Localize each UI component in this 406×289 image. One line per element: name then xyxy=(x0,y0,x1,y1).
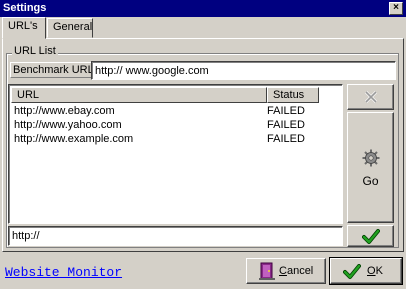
close-icon: × xyxy=(393,2,399,13)
url-list-group-label: URL List xyxy=(12,45,58,57)
cancel-button-label: Cancel xyxy=(279,265,314,277)
checkmark-icon xyxy=(343,264,361,279)
checkmark-icon xyxy=(362,229,380,244)
close-button[interactable]: × xyxy=(389,2,403,15)
window-title: Settings xyxy=(3,2,47,14)
door-icon xyxy=(259,262,275,280)
list-item[interactable]: http://www.ebay.com FAILED xyxy=(14,105,334,119)
benchmark-url-input[interactable] xyxy=(91,61,396,80)
x-icon xyxy=(364,90,378,104)
go-button-label: Go xyxy=(362,174,379,188)
column-header-status-label: Status xyxy=(273,89,305,101)
column-header-url-label: URL xyxy=(17,89,40,101)
list-item[interactable]: http://www.example.com FAILED xyxy=(14,133,334,147)
url-list[interactable]: URL Status http://www.ebay.com FAILED ht… xyxy=(8,84,343,224)
list-item-url: http://www.example.com xyxy=(14,133,134,145)
website-monitor-link[interactable]: Website Monitor xyxy=(5,265,122,280)
tab-general-label: General xyxy=(53,21,93,33)
go-button[interactable]: Go xyxy=(347,112,394,223)
benchmark-url-label: Benchmark URL xyxy=(10,62,97,78)
list-item[interactable]: http://www.yahoo.com FAILED xyxy=(14,119,334,133)
title-bar: Settings × xyxy=(0,0,406,17)
tab-general[interactable]: General xyxy=(47,18,93,38)
tab-urls[interactable]: URL's xyxy=(2,17,46,39)
ok-button[interactable]: OK xyxy=(329,257,403,285)
gear-icon xyxy=(362,149,380,167)
list-item-status: FAILED xyxy=(267,105,305,117)
list-item-status: FAILED xyxy=(267,119,305,131)
tab-urls-label: URL's xyxy=(8,20,38,32)
new-url-input[interactable] xyxy=(8,226,343,246)
list-item-status: FAILED xyxy=(267,133,305,145)
ok-button-label: OK xyxy=(367,265,383,277)
column-header-status[interactable]: Status xyxy=(267,87,319,103)
list-item-url: http://www.ebay.com xyxy=(14,105,115,117)
column-header-url[interactable]: URL xyxy=(11,87,267,103)
delete-url-button[interactable] xyxy=(347,84,394,110)
cancel-button[interactable]: Cancel xyxy=(246,258,326,284)
list-item-url: http://www.yahoo.com xyxy=(14,119,122,131)
add-url-button[interactable] xyxy=(347,225,394,247)
